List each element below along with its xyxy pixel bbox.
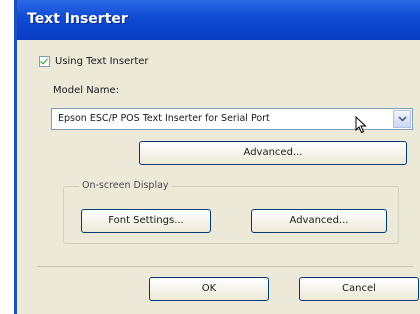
using-text-inserter-checkbox[interactable] xyxy=(39,55,50,67)
using-text-inserter-checkbox-row[interactable]: Using Text Inserter xyxy=(39,53,149,69)
chevron-down-icon xyxy=(398,116,407,122)
model-name-value: Epson ESC/P POS Text Inserter for Serial… xyxy=(58,113,270,124)
title-bar[interactable]: Text Inserter xyxy=(17,0,420,40)
model-name-label: Model Name: xyxy=(53,85,120,96)
window-title: Text Inserter xyxy=(27,11,128,27)
cancel-button[interactable]: Cancel xyxy=(299,277,419,301)
onscreen-display-group-label: On-screen Display xyxy=(79,180,172,191)
font-settings-button[interactable]: Font Settings... xyxy=(81,209,211,233)
onscreen-advanced-button[interactable]: Advanced... xyxy=(251,209,387,233)
dialog-window: Text Inserter Using Text Inserter Model … xyxy=(14,0,420,314)
using-text-inserter-label: Using Text Inserter xyxy=(55,55,149,67)
footer-separator xyxy=(37,266,413,267)
mouse-pointer-icon xyxy=(355,116,367,134)
advanced-button[interactable]: Advanced... xyxy=(139,141,407,165)
dropdown-button[interactable] xyxy=(393,110,411,128)
ok-button[interactable]: OK xyxy=(149,277,269,301)
